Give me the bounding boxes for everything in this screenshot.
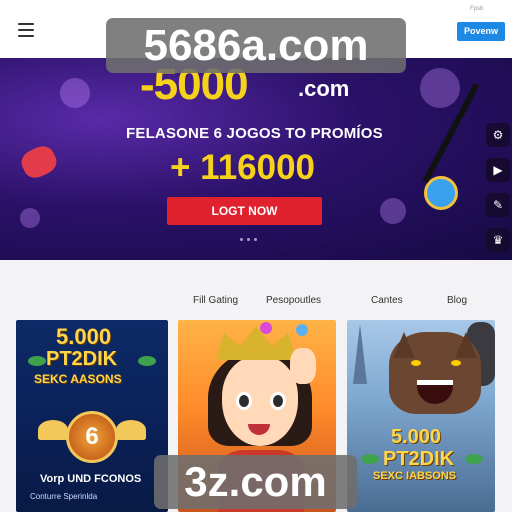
leaf-icon (28, 356, 46, 366)
card-amount: 5.000 (391, 426, 442, 448)
login-now-button[interactable]: LOGT NOW (167, 197, 322, 225)
bokeh-light (60, 78, 90, 108)
tower-icon (353, 324, 367, 384)
candy-icon (17, 142, 61, 182)
nav-item-fill-gating[interactable]: Fill Gating (193, 295, 238, 306)
hamburger-icon[interactable] (18, 23, 34, 37)
card-sub: SEKC AASONS (34, 372, 122, 386)
card-amount: 5.000 (56, 324, 112, 349)
game-card-1[interactable]: 5.000 PT2DIK SEKC AASONS 6 Vorp UND FCON… (16, 320, 168, 512)
watermark-top: 5686a.com (106, 18, 406, 73)
side-toolbar: ⚙ ▶ ✎ ♛ (486, 123, 512, 252)
character-eye (236, 392, 252, 410)
wing-icon (116, 420, 146, 440)
leaf-icon (465, 454, 483, 464)
bokeh-light (420, 68, 460, 108)
header-cta-button[interactable]: Povenw (457, 22, 505, 41)
wing-icon (38, 420, 68, 440)
page: Fpsb Povenw -5000 .com FELASONE 6 JOGOS … (0, 0, 512, 512)
wolf-eye (451, 360, 461, 366)
leaf-icon (138, 356, 156, 366)
nav-item-pesopoutles[interactable]: Pesopoutles (266, 295, 321, 306)
crown-icon[interactable]: ♛ (486, 228, 510, 252)
character-hand (290, 348, 316, 384)
hero-banner[interactable]: -5000 .com FELASONE 6 JOGOS TO PROMÍOS +… (0, 58, 512, 260)
bokeh-light (380, 198, 406, 224)
edit-icon[interactable]: ✎ (486, 193, 510, 217)
nav-item-blog[interactable]: Blog (447, 295, 467, 306)
settings-icon[interactable]: ⚙ (486, 123, 510, 147)
wolf-eye (411, 360, 421, 366)
gem-icon (424, 176, 458, 210)
bokeh-light (20, 208, 40, 228)
card-promo: PT2DIK (383, 448, 455, 470)
play-icon[interactable]: ▶ (486, 158, 510, 182)
gem-icon (260, 322, 272, 334)
top-tiny-text: Fpsb (470, 6, 484, 12)
gem-icon (296, 324, 308, 336)
game-card-3[interactable]: 5.000 PT2DIK SEXC IABSONS (347, 320, 495, 512)
category-nav: Fill Gating Pesopoutles Cantes Blog (0, 260, 512, 312)
card-sub: SEXC IABSONS (373, 470, 457, 482)
leaf-icon (361, 454, 379, 464)
emblem-badge: 6 (66, 411, 118, 463)
banner-amount: + 116000 (170, 148, 316, 187)
character-eye (270, 392, 286, 410)
carousel-dots[interactable] (240, 238, 257, 241)
card-desc: Conturre Sperinlda (30, 492, 98, 501)
card-title: Vorp UND FCONOS (40, 473, 142, 485)
crown-icon (216, 326, 296, 360)
card-promo: PT2DIK (46, 348, 118, 370)
nav-item-cantes[interactable]: Cantes (371, 295, 403, 306)
watermark-bottom: 3z.com (154, 455, 357, 509)
banner-headline: FELASONE 6 JOGOS TO PROMÍOS (126, 125, 383, 142)
banner-brand-suffix: .com (298, 76, 350, 101)
